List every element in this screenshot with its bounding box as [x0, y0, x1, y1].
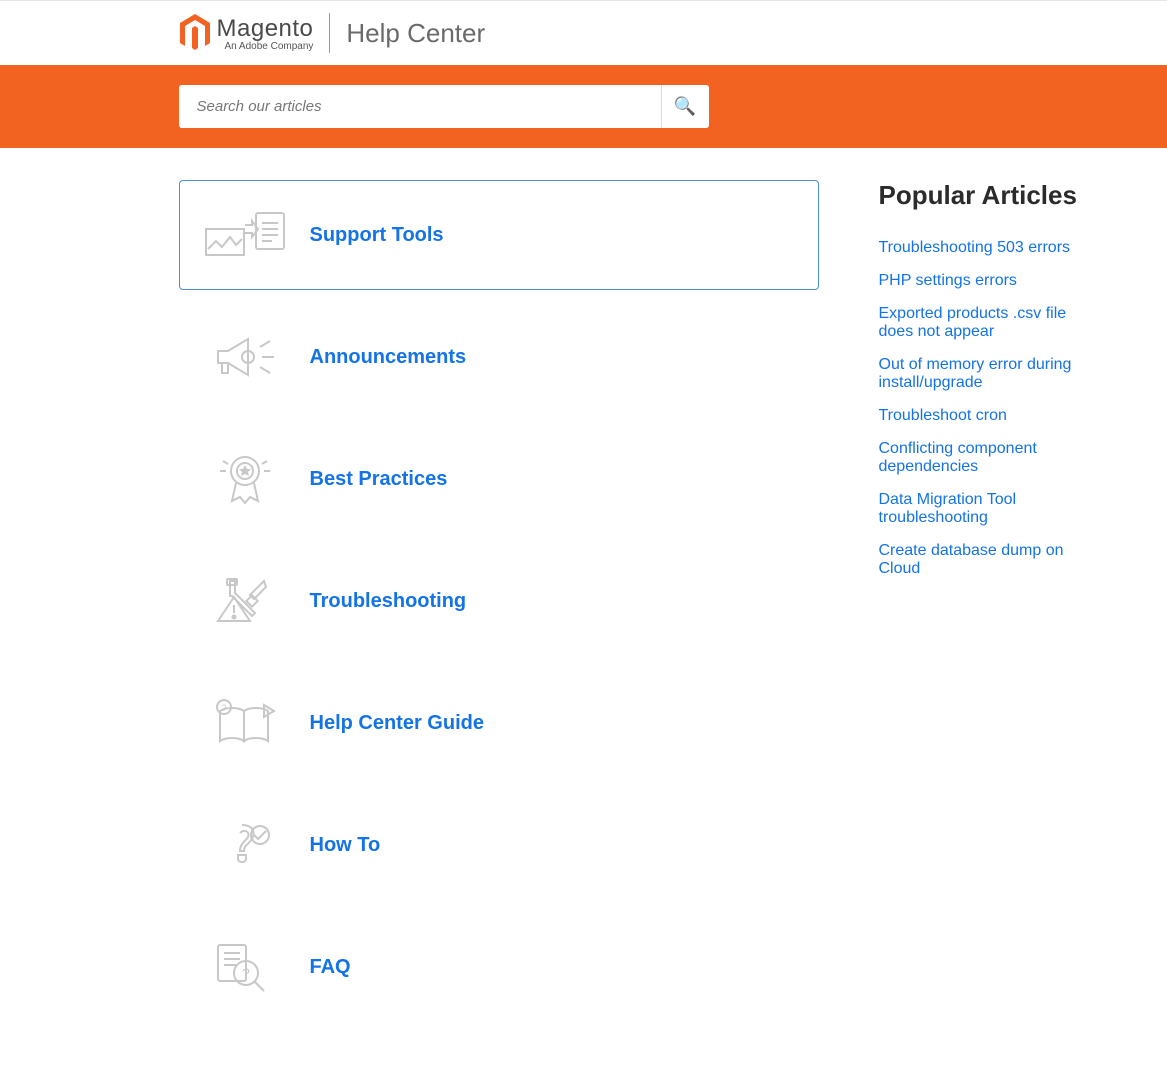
search-icon: 🔍: [674, 96, 696, 117]
article-link[interactable]: PHP settings errors: [879, 272, 1017, 289]
category-support-tools[interactable]: Support Tools: [179, 180, 819, 290]
company-tagline: An Adobe Company: [217, 41, 314, 52]
category-list: Support Tools Announcements: [179, 180, 819, 1034]
popular-articles-title: Popular Articles: [879, 180, 1084, 211]
category-troubleshooting[interactable]: Troubleshooting: [179, 546, 819, 656]
best-practices-icon: [200, 449, 290, 509]
header-divider: [329, 13, 330, 53]
search-input[interactable]: [179, 85, 661, 128]
magento-logo-icon: [179, 14, 211, 52]
category-best-practices[interactable]: Best Practices: [179, 424, 819, 534]
category-faq[interactable]: ? FAQ: [179, 912, 819, 1022]
article-link[interactable]: Troubleshooting 503 errors: [879, 239, 1071, 256]
category-label: Support Tools: [310, 224, 444, 247]
svg-text:?: ?: [242, 965, 250, 981]
article-link[interactable]: Out of memory error during install/upgra…: [879, 356, 1072, 391]
article-link[interactable]: Create database dump on Cloud: [879, 542, 1064, 577]
page-title: Help Center: [346, 18, 485, 49]
category-label: FAQ: [310, 956, 351, 979]
article-link[interactable]: Exported products .csv file does not app…: [879, 305, 1067, 340]
brand-name: Magento: [217, 15, 314, 43]
header: Magento An Adobe Company Help Center: [0, 0, 1167, 65]
article-link[interactable]: Troubleshoot cron: [879, 407, 1007, 424]
category-label: Help Center Guide: [310, 712, 484, 735]
search-band: 🔍: [0, 65, 1167, 148]
search-button[interactable]: 🔍: [661, 85, 709, 128]
announcements-icon: [200, 327, 290, 387]
category-label: Best Practices: [310, 468, 448, 491]
category-label: How To: [310, 834, 381, 857]
how-to-icon: [200, 815, 290, 875]
article-link[interactable]: Conflicting component dependencies: [879, 440, 1037, 475]
category-help-center-guide[interactable]: ? Help Center Guide: [179, 668, 819, 778]
help-center-guide-icon: ?: [200, 693, 290, 753]
category-label: Troubleshooting: [310, 590, 467, 613]
svg-text:?: ?: [221, 703, 226, 713]
category-how-to[interactable]: How To: [179, 790, 819, 900]
troubleshooting-icon: [200, 571, 290, 631]
category-announcements[interactable]: Announcements: [179, 302, 819, 412]
article-link[interactable]: Data Migration Tool troubleshooting: [879, 491, 1017, 526]
search-box: 🔍: [179, 85, 709, 128]
popular-articles-list: Troubleshooting 503 errors PHP settings …: [879, 239, 1084, 578]
sidebar: Popular Articles Troubleshooting 503 err…: [879, 180, 1084, 1034]
logo[interactable]: Magento An Adobe Company: [179, 14, 314, 52]
faq-icon: ?: [200, 937, 290, 997]
category-label: Announcements: [310, 346, 467, 369]
support-tools-icon: [200, 205, 290, 265]
